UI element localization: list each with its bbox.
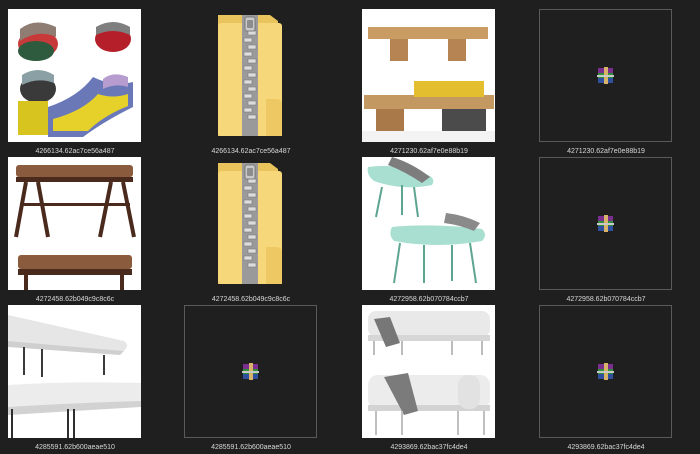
winrar-archive-icon [242, 363, 259, 380]
file-tile[interactable]: 4271230.62af7e0e88b19 [531, 9, 700, 159]
file-tile[interactable]: 4272458.62b049c9c8c6c [176, 157, 352, 307]
file-thumbnail-grid: 4266134.62ac7ce56a487 4266134.62ac7ce56a… [0, 0, 700, 454]
file-name-label: 4293869.62bac37fc4de4 [390, 444, 468, 451]
file-name-label: 4271230.62af7e0e88b19 [390, 148, 468, 155]
file-name-label: 4271230.62af7e0e88b19 [567, 148, 645, 155]
file-name-label: 4266134.62ac7ce56a487 [211, 148, 291, 155]
zip-folder-icon [184, 9, 317, 142]
zip-folder-icon [184, 157, 317, 290]
winrar-archive-icon [597, 67, 614, 84]
archive-thumbnail [539, 305, 672, 438]
image-preview-leather-bench [8, 157, 141, 290]
file-name-label: 4272458.62b049c9c8c6c [35, 296, 115, 303]
file-tile[interactable]: 4266134.62ac7ce56a487 [0, 9, 176, 159]
file-name-label: 4285591.62b600aeae510 [211, 444, 291, 451]
file-name-label: 4285591.62b600aeae510 [35, 444, 115, 451]
image-preview-daybed [362, 305, 495, 438]
file-name-label: 4272958.62b070784ccb7 [389, 296, 469, 303]
image-preview-wood-bench [362, 9, 495, 142]
file-name-label: 4272958.62b070784ccb7 [566, 296, 646, 303]
file-tile[interactable]: 4266134.62ac7ce56a487 [176, 9, 352, 159]
file-tile[interactable]: 4272958.62b070784ccb7 [354, 157, 530, 307]
winrar-archive-icon [597, 215, 614, 232]
file-name-label: 4293869.62bac37fc4de4 [567, 444, 645, 451]
file-tile[interactable]: 4285591.62b600aeae510 [176, 305, 352, 454]
file-tile[interactable]: 4293869.62bac37fc4de4 [354, 305, 530, 454]
file-tile[interactable]: 4272958.62b070784ccb7 [531, 157, 700, 307]
archive-thumbnail [184, 305, 317, 438]
winrar-archive-icon [597, 363, 614, 380]
archive-thumbnail [539, 157, 672, 290]
image-preview-mint-lounge-chairs [362, 157, 495, 290]
file-tile[interactable]: 4272458.62b049c9c8c6c [0, 157, 176, 307]
file-name-label: 4266134.62ac7ce56a487 [35, 148, 115, 155]
file-tile[interactable]: 4271230.62af7e0e88b19 [354, 9, 530, 159]
file-tile[interactable]: 4293869.62bac37fc4de4 [531, 305, 700, 454]
image-preview-bean-bag-chairs [8, 9, 141, 142]
file-tile[interactable]: 4285591.62b600aeae510 [0, 305, 176, 454]
file-name-label: 4272458.62b049c9c8c6c [211, 296, 291, 303]
archive-thumbnail [539, 9, 672, 142]
image-preview-white-bench [8, 305, 141, 438]
